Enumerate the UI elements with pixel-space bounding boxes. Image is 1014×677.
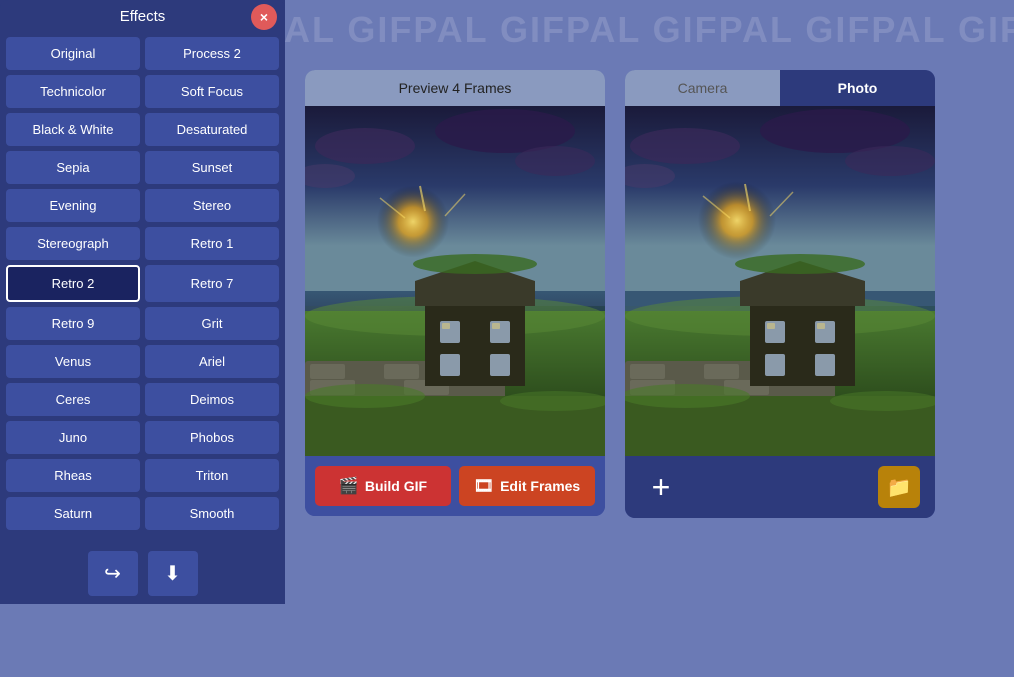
build-gif-button[interactable]: 🎬 Build GIF: [315, 466, 451, 506]
share-button[interactable]: ↪: [88, 551, 138, 596]
effect-ceres[interactable]: Ceres: [6, 383, 140, 416]
effects-footer: ↪ ⬇: [0, 543, 285, 604]
photo-scene-svg: [625, 106, 935, 456]
preview-header: Preview 4 Frames: [305, 70, 605, 106]
effect-deimos[interactable]: Deimos: [145, 383, 279, 416]
effect-technicolor[interactable]: Technicolor: [6, 75, 140, 108]
photo-panel: Camera Photo: [625, 70, 935, 518]
add-photo-button[interactable]: +: [640, 466, 682, 508]
preview-actions: 🎬 Build GIF 🎞 Edit Frames: [305, 456, 605, 516]
effects-panel: Effects × Original Process 2 Technicolor…: [0, 0, 285, 604]
effect-evening[interactable]: Evening: [6, 189, 140, 222]
preview-scene-svg: [305, 106, 605, 456]
effect-sunset[interactable]: Sunset: [145, 151, 279, 184]
watermark-text: GIFPAL GIFPAL GIFPAL GIFPAL GIFPAL GIFPA…: [280, 9, 1014, 51]
watermark: GIFPAL GIFPAL GIFPAL GIFPAL GIFPAL GIFPA…: [280, 0, 1014, 60]
download-icon: ⬇: [164, 561, 181, 586]
effect-juno[interactable]: Juno: [6, 421, 140, 454]
build-gif-icon: 🎬: [339, 476, 359, 496]
effect-retro1[interactable]: Retro 1: [145, 227, 279, 260]
effect-retro2[interactable]: Retro 2: [6, 265, 140, 302]
photo-tab[interactable]: Photo: [780, 70, 935, 106]
effect-venus[interactable]: Venus: [6, 345, 140, 378]
camera-tab[interactable]: Camera: [625, 70, 780, 106]
effect-stereograph[interactable]: Stereograph: [6, 227, 140, 260]
build-gif-label: Build GIF: [365, 478, 427, 494]
open-folder-button[interactable]: 📁: [878, 466, 920, 508]
folder-icon: 📁: [887, 475, 912, 500]
edit-frames-icon: 🎞: [474, 476, 494, 496]
effect-retro7[interactable]: Retro 7: [145, 265, 279, 302]
effect-retro9[interactable]: Retro 9: [6, 307, 140, 340]
effect-smooth[interactable]: Smooth: [145, 497, 279, 530]
effect-ariel[interactable]: Ariel: [145, 345, 279, 378]
photo-actions: + 📁: [625, 456, 935, 518]
edit-frames-label: Edit Frames: [500, 478, 580, 494]
main-content: Preview 4 Frames: [285, 60, 1014, 677]
preview-image: [305, 106, 605, 456]
share-icon: ↪: [104, 561, 121, 586]
effect-grit[interactable]: Grit: [145, 307, 279, 340]
photo-tabs: Camera Photo: [625, 70, 935, 106]
effect-rheas[interactable]: Rheas: [6, 459, 140, 492]
effect-original[interactable]: Original: [6, 37, 140, 70]
effects-scroll[interactable]: Original Process 2 Technicolor Soft Focu…: [0, 33, 285, 543]
edit-frames-button[interactable]: 🎞 Edit Frames: [459, 466, 595, 506]
effect-triton[interactable]: Triton: [145, 459, 279, 492]
effects-grid: Original Process 2 Technicolor Soft Focu…: [6, 37, 279, 530]
effect-phobos[interactable]: Phobos: [145, 421, 279, 454]
photo-image: [625, 106, 935, 456]
effect-desaturated[interactable]: Desaturated: [145, 113, 279, 146]
download-button[interactable]: ⬇: [148, 551, 198, 596]
effects-header: Effects ×: [0, 0, 285, 33]
effect-softfocus[interactable]: Soft Focus: [145, 75, 279, 108]
effect-process2[interactable]: Process 2: [145, 37, 279, 70]
effect-saturn[interactable]: Saturn: [6, 497, 140, 530]
preview-panel: Preview 4 Frames: [305, 70, 605, 516]
effects-title: Effects: [120, 8, 166, 25]
effect-stereo[interactable]: Stereo: [145, 189, 279, 222]
close-button[interactable]: ×: [251, 4, 277, 30]
effect-sepia[interactable]: Sepia: [6, 151, 140, 184]
plus-icon: +: [652, 469, 671, 506]
effect-bw[interactable]: Black & White: [6, 113, 140, 146]
